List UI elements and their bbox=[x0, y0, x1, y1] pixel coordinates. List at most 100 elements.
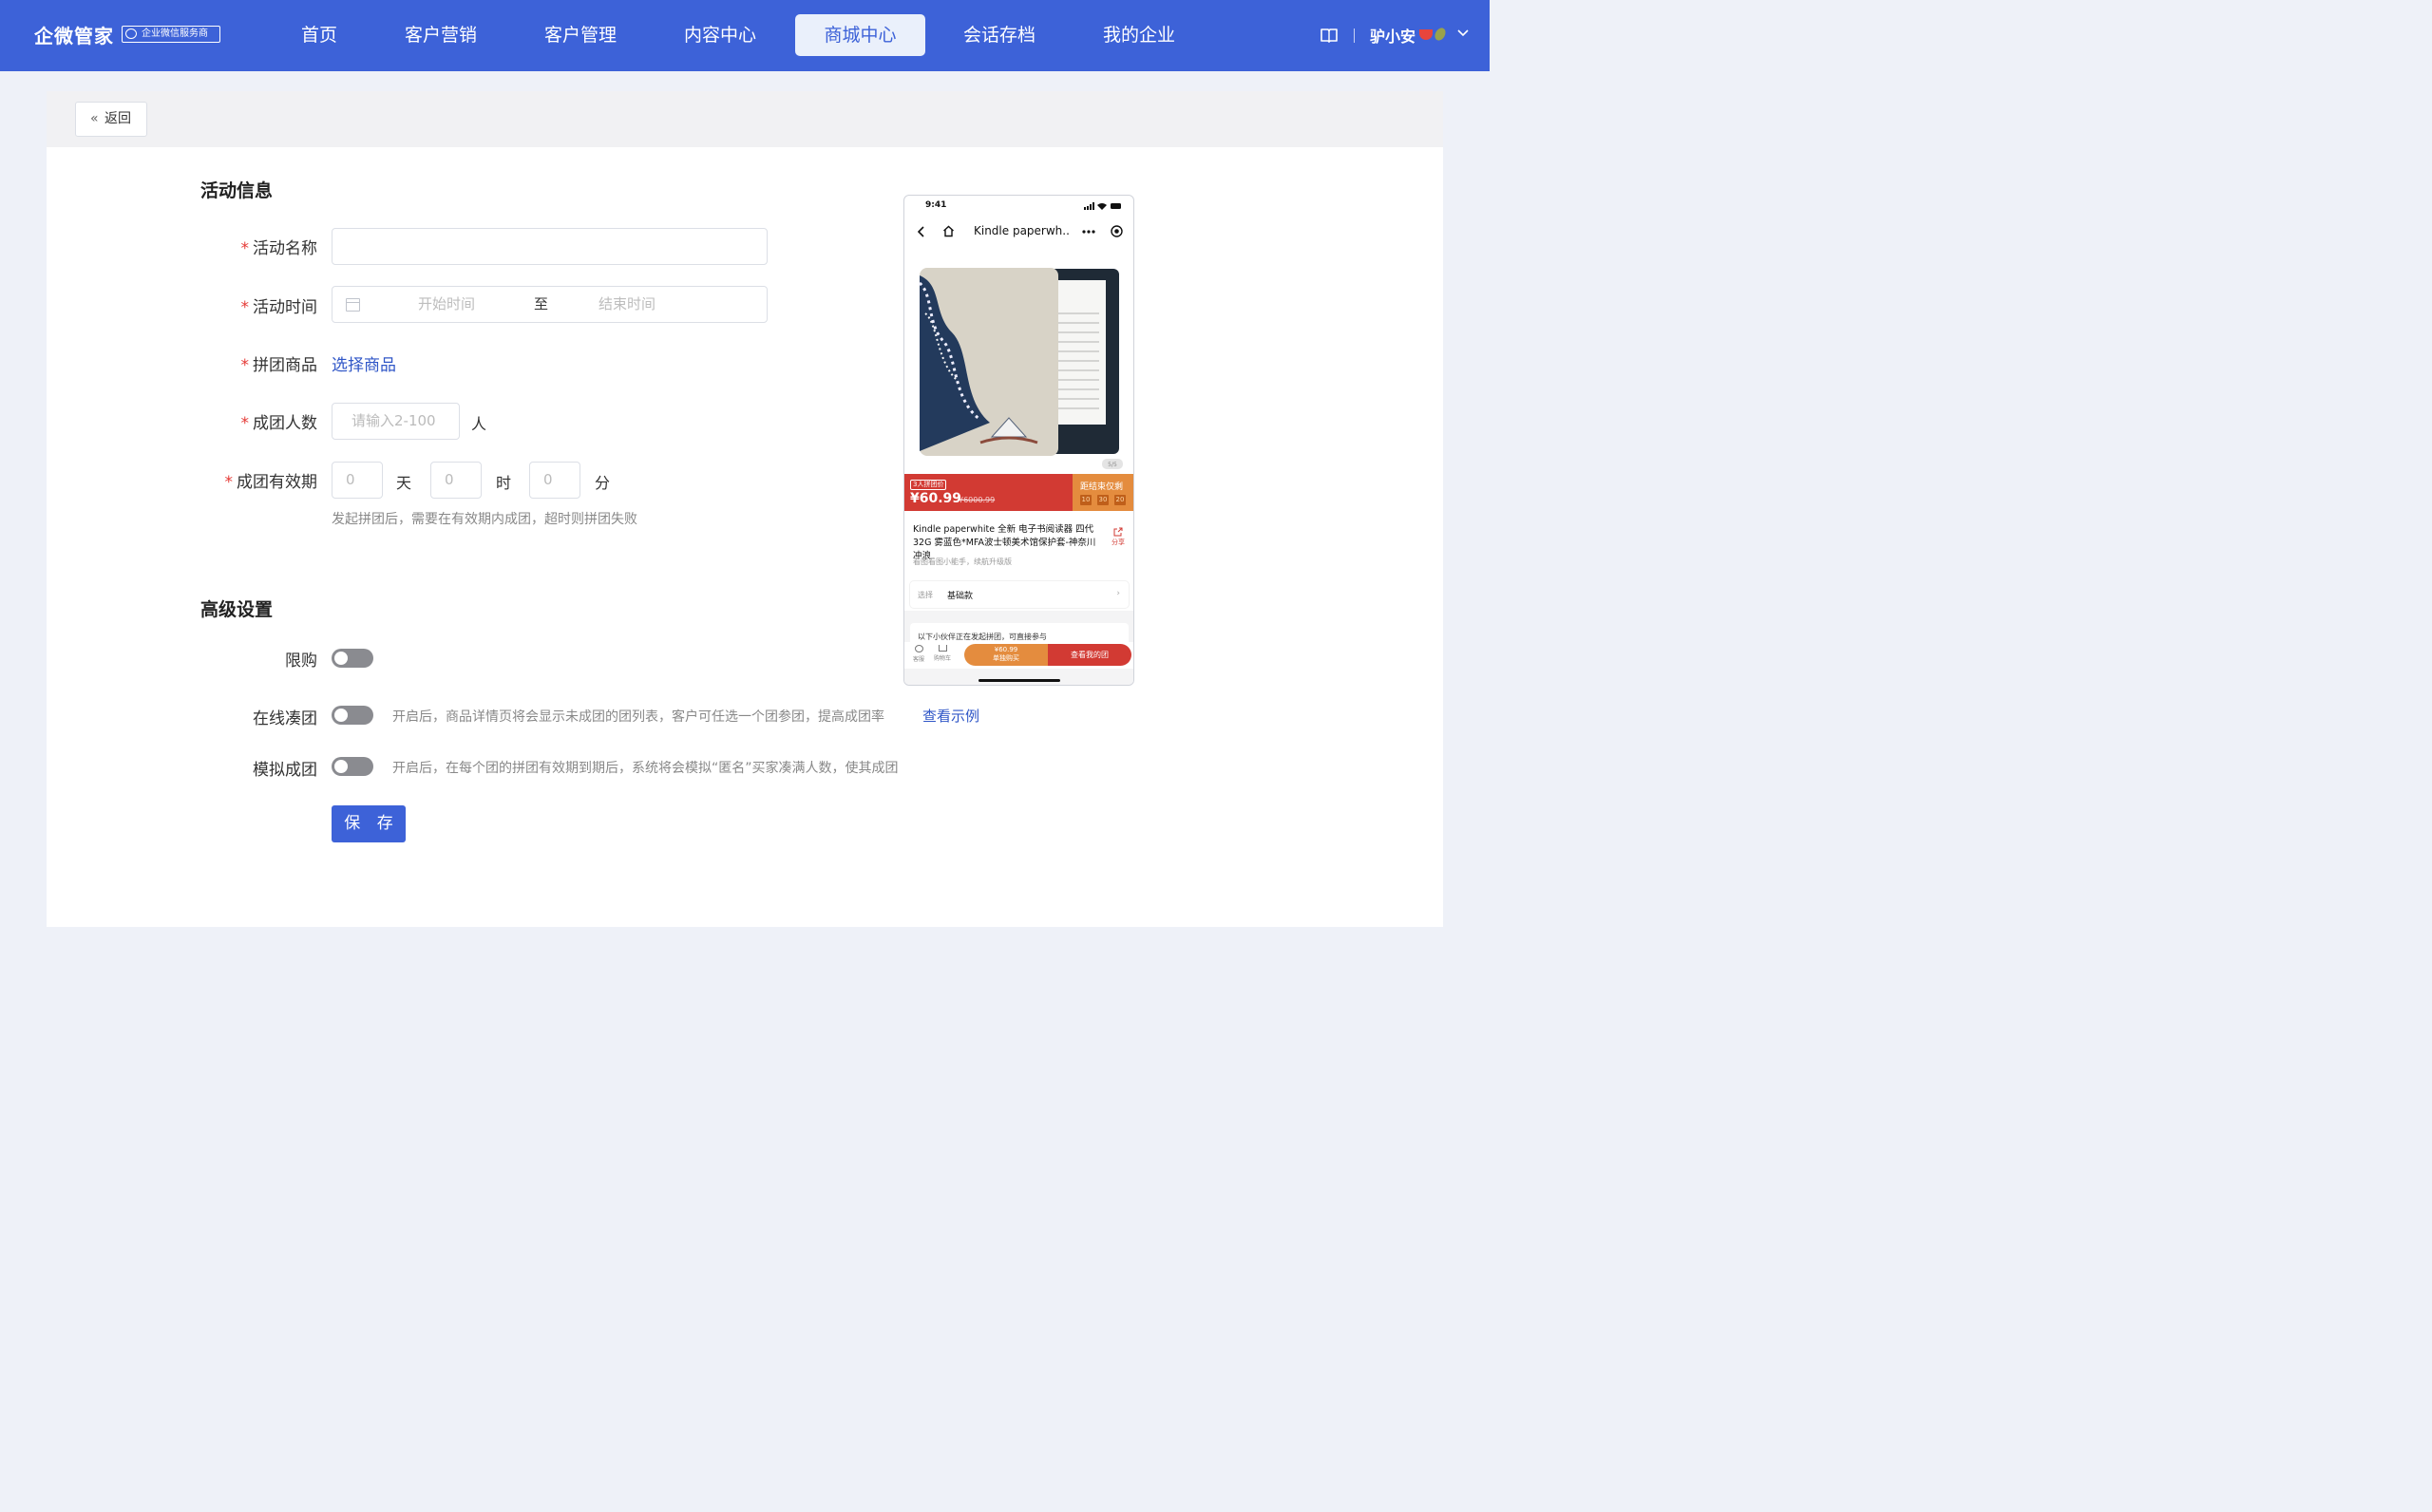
invite-text: 以下小伙伴正在发起拼团，可直接参与 bbox=[918, 633, 1047, 641]
panel-header: « 返回 bbox=[47, 91, 1443, 147]
service-provider-badge: 企业微信服务商 bbox=[122, 26, 220, 43]
headset-icon bbox=[914, 645, 923, 652]
status-icons bbox=[1084, 202, 1121, 210]
wecom-icon bbox=[125, 28, 137, 39]
start-time-input[interactable]: 开始时间 bbox=[418, 287, 475, 321]
share-icon bbox=[1113, 527, 1123, 537]
days-input[interactable]: 0 bbox=[332, 462, 383, 499]
status-time: 9:41 bbox=[925, 200, 947, 210]
home-icon bbox=[943, 225, 954, 237]
calendar-icon bbox=[346, 298, 360, 312]
top-nav-bar: 企微管家 企业微信服务商 首页 客户营销 客户管理 内容中心 商城中心 会话存档… bbox=[0, 0, 1490, 71]
simulate-group-toggle[interactable] bbox=[332, 757, 373, 776]
validity-hint: 发起拼团后，需要在有效期内成团，超时则拼团失败 bbox=[332, 512, 637, 527]
record-icon bbox=[1111, 225, 1123, 237]
range-separator: 至 bbox=[534, 295, 549, 312]
preview-bottom-bar: 客服 购物车 ¥60.99 单独购买 查看我的团 bbox=[904, 642, 1133, 669]
countdown-seconds: 20 bbox=[1114, 495, 1126, 505]
countdown-box: 距结束仅剩 10 30 20 bbox=[1073, 474, 1133, 511]
nav-item-content-center[interactable]: 内容中心 bbox=[673, 14, 768, 56]
required-mark: * bbox=[240, 239, 250, 258]
select-value: 基础款 bbox=[947, 592, 974, 601]
view-my-group-button: 查看我的团 bbox=[1048, 644, 1131, 666]
group-size-unit: 人 bbox=[471, 415, 487, 433]
cart-entry: 购物车 bbox=[934, 645, 951, 662]
share-label: 分享 bbox=[1112, 539, 1125, 546]
countdown-label: 距结束仅剩 bbox=[1080, 482, 1124, 492]
purchase-limit-label: 限购 bbox=[285, 652, 317, 671]
kindle-illustration: 5/5 bbox=[918, 268, 1123, 469]
double-chevron-left-icon: « bbox=[90, 111, 99, 126]
required-mark: * bbox=[240, 356, 250, 375]
hours-input[interactable]: 0 bbox=[430, 462, 482, 499]
back-label: 返回 bbox=[104, 111, 131, 126]
end-time-input[interactable]: 结束时间 bbox=[598, 287, 656, 321]
label-text: 成团人数 bbox=[253, 414, 317, 433]
preview-title: Kindle paperwh.. bbox=[974, 224, 1070, 237]
view-example-link[interactable]: 查看示例 bbox=[922, 706, 979, 726]
countdown-minutes: 30 bbox=[1097, 495, 1109, 505]
more-icon bbox=[1082, 230, 1095, 234]
minutes-input[interactable]: 0 bbox=[529, 462, 580, 499]
online-group-hint: 开启后，商品详情页将会显示未成团的团列表，客户可任选一个团参团，提高成团率 bbox=[392, 709, 884, 725]
nav-item-customer-management[interactable]: 客户管理 bbox=[533, 14, 628, 56]
countdown-hours: 10 bbox=[1080, 495, 1092, 505]
nav-item-session-archive[interactable]: 会话存档 bbox=[952, 14, 1047, 56]
chevron-down-icon[interactable] bbox=[1456, 27, 1470, 40]
activity-name-label: * 活动名称 bbox=[218, 235, 318, 258]
mobile-preview: 9:41 Kindle paperwh.. 5/5 3人拼团价 ¥60.99 ¥… bbox=[903, 195, 1134, 686]
main-panel: « 返回 活动信息 * 活动名称 * 活动时间 开始时间 至 结束时间 * 拼团商品 … bbox=[47, 91, 1443, 927]
brand-logo[interactable]: 企微管家 bbox=[34, 21, 114, 48]
select-product-link[interactable]: 选择商品 bbox=[332, 351, 396, 375]
user-name[interactable]: 驴小安 bbox=[1370, 24, 1416, 47]
nav-item-home[interactable]: 首页 bbox=[285, 14, 353, 56]
group-price: ¥60.99 bbox=[910, 491, 962, 506]
cart-icon bbox=[938, 645, 947, 652]
buy-label: 单独购买 bbox=[993, 654, 1019, 662]
nav-item-customer-marketing[interactable]: 客户营销 bbox=[393, 14, 488, 56]
chevron-right-icon: › bbox=[1116, 589, 1120, 598]
divider bbox=[1354, 28, 1355, 43]
group-size-label: * 成团人数 bbox=[218, 409, 318, 433]
activity-name-input[interactable] bbox=[332, 228, 768, 265]
online-group-label: 在线凑团 bbox=[253, 709, 317, 728]
activity-time-range[interactable]: 开始时间 至 结束时间 bbox=[332, 286, 768, 323]
cart-label: 购物车 bbox=[934, 655, 952, 662]
activity-time-label: * 活动时间 bbox=[218, 293, 318, 317]
back-arrow-icon bbox=[918, 226, 924, 237]
label-text: 活动名称 bbox=[253, 239, 317, 258]
back-button[interactable]: « 返回 bbox=[75, 102, 147, 137]
group-size-input[interactable]: 请输入2-100 bbox=[332, 403, 460, 440]
simulate-group-hint: 开启后，在每个团的拼团有效期到期后，系统将会模拟“匿名”买家凑满人数，使其成团 bbox=[392, 761, 899, 776]
service-entry: 客服 bbox=[910, 645, 927, 663]
required-mark: * bbox=[240, 298, 250, 317]
purchase-limit-toggle[interactable] bbox=[332, 649, 373, 668]
buy-price: ¥60.99 bbox=[994, 646, 1018, 653]
service-label: 客服 bbox=[912, 656, 924, 663]
nav-item-mall-center[interactable]: 商城中心 bbox=[795, 14, 925, 56]
original-price: ¥6000.99 bbox=[959, 496, 996, 504]
image-counter: 5/5 bbox=[1108, 462, 1117, 468]
share-button: 分享 bbox=[1111, 527, 1126, 547]
home-indicator bbox=[978, 679, 1060, 682]
book-icon[interactable] bbox=[1320, 28, 1338, 43]
nav-item-my-enterprise[interactable]: 我的企业 bbox=[1092, 14, 1187, 56]
required-mark: * bbox=[240, 414, 250, 433]
required-mark: * bbox=[224, 473, 234, 492]
spec-selector: 选择 基础款 › bbox=[910, 581, 1129, 608]
group-product-label: * 拼团商品 bbox=[218, 351, 318, 375]
group-validity-label: * 成团有效期 bbox=[199, 468, 318, 492]
days-unit: 天 bbox=[396, 474, 412, 492]
label-text: 活动时间 bbox=[253, 298, 317, 317]
badge-label: 企业微信服务商 bbox=[142, 28, 208, 39]
label-text: 成团有效期 bbox=[237, 473, 317, 492]
preview-subtitle: 看图看图小能手，续航升级版 bbox=[913, 558, 1012, 566]
section-title-advanced: 高级设置 bbox=[200, 599, 274, 620]
watermelon-icon bbox=[1419, 29, 1433, 40]
fruit-icon bbox=[1433, 26, 1448, 43]
online-group-toggle[interactable] bbox=[332, 706, 373, 725]
price-bar: 3人拼团价 ¥60.99 ¥6000.99 距结束仅剩 10 30 20 bbox=[904, 474, 1133, 511]
select-key: 选择 bbox=[918, 591, 933, 599]
group-price-tag: 3人拼团价 bbox=[910, 480, 947, 490]
save-button[interactable]: 保 存 bbox=[332, 805, 406, 842]
